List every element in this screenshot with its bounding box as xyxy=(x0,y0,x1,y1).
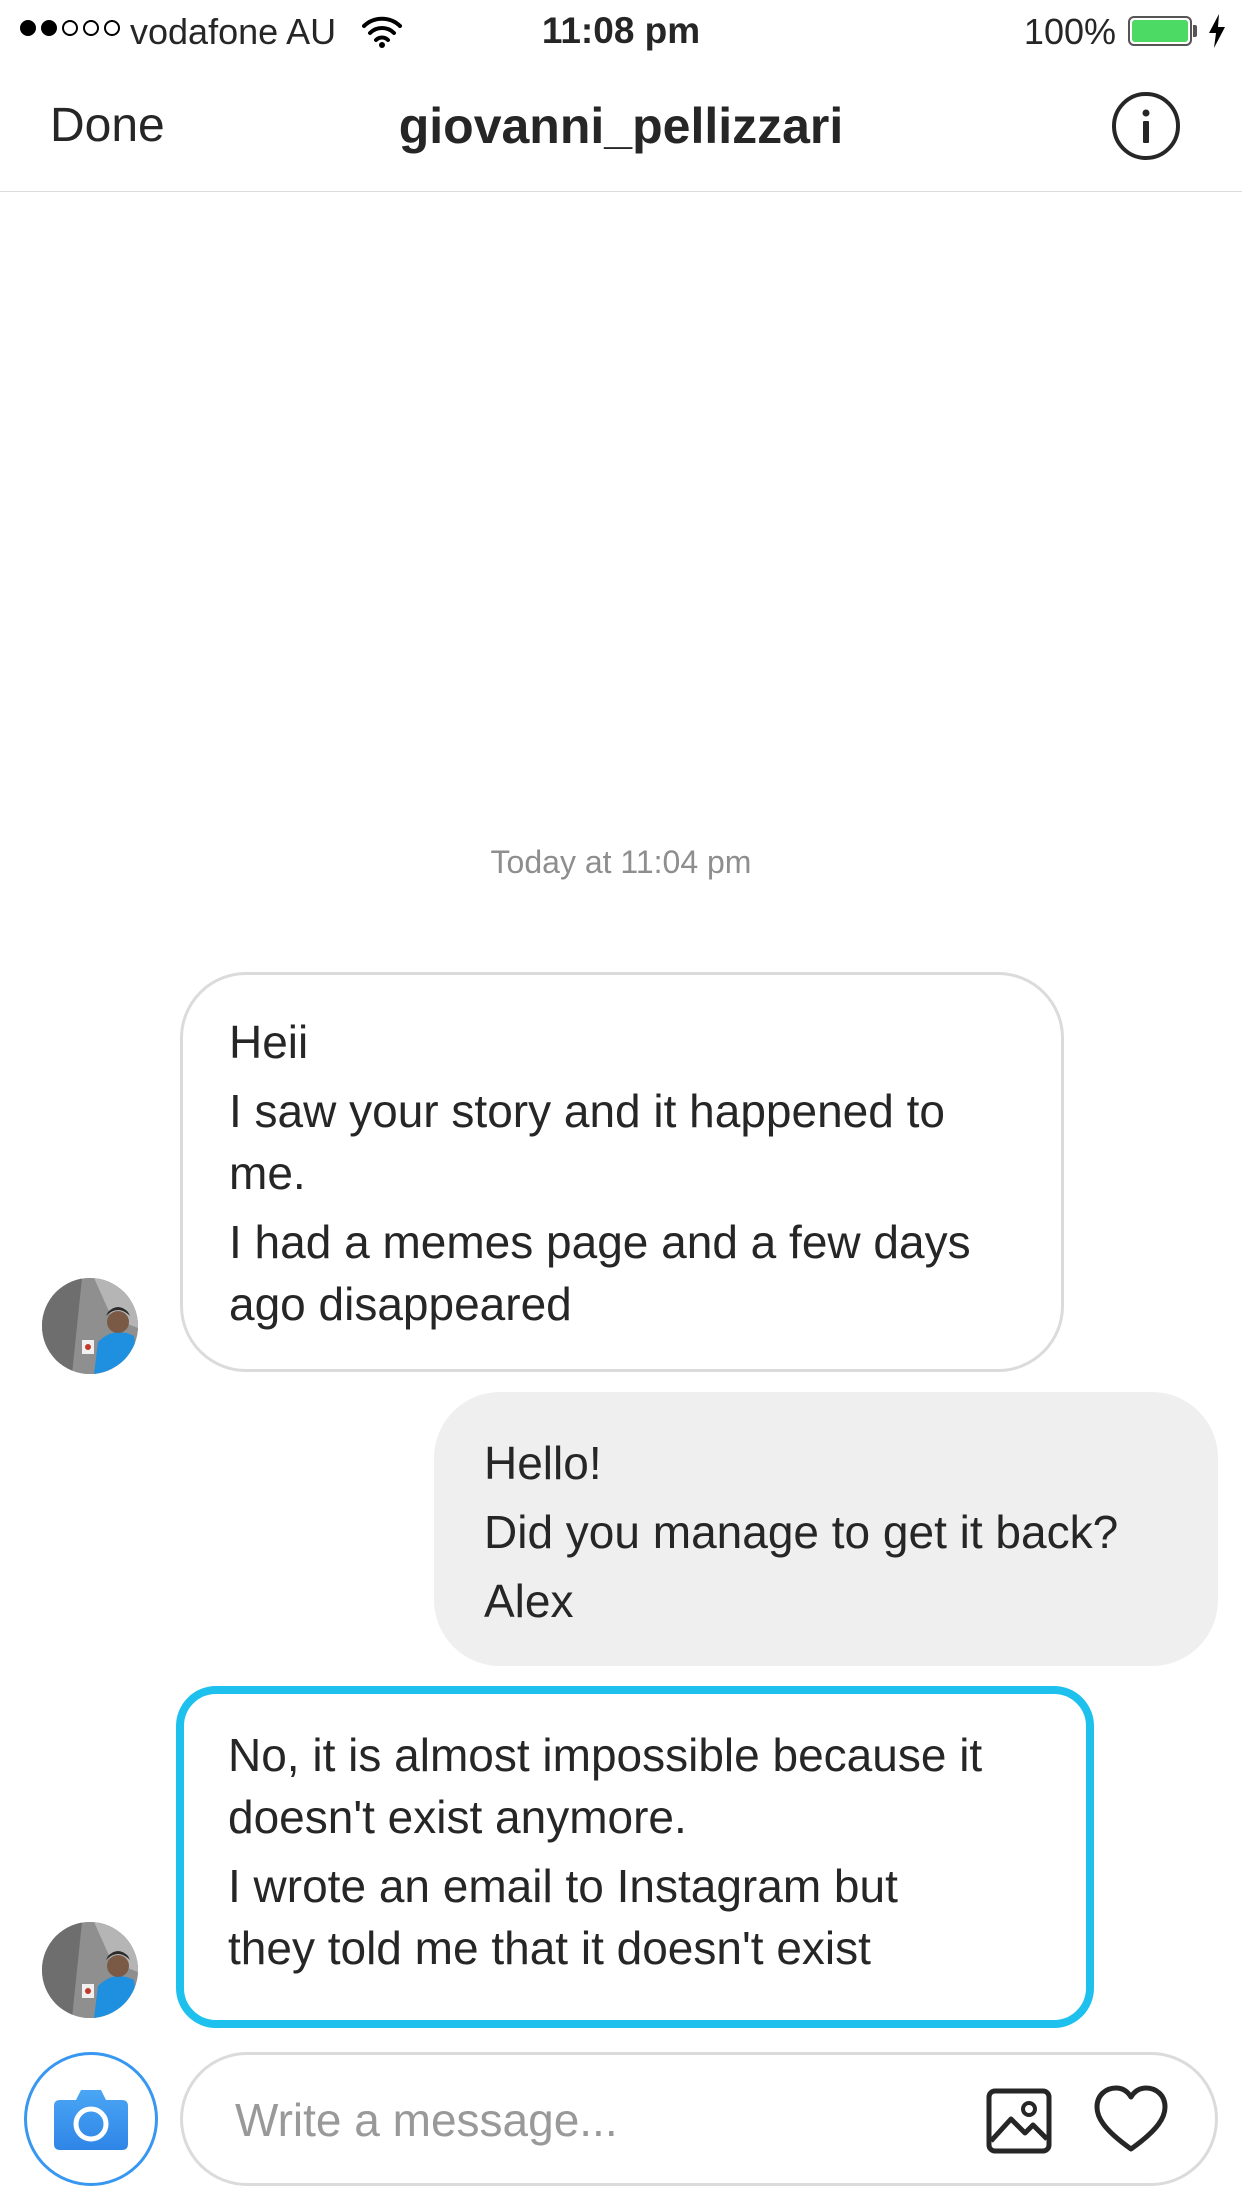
battery-level xyxy=(1132,20,1188,42)
gallery-icon[interactable] xyxy=(983,2085,1055,2157)
camera-button[interactable] xyxy=(24,2052,158,2186)
info-icon[interactable] xyxy=(1110,90,1182,162)
avatar-photo xyxy=(42,1278,138,1374)
battery-percentage: 100% xyxy=(1023,11,1116,52)
message-text: Alex xyxy=(484,1575,574,1627)
conversation-header: Done giovanni_pellizzari xyxy=(0,64,1242,192)
done-button[interactable]: Done xyxy=(50,96,165,156)
message-text: Heii xyxy=(229,1016,309,1068)
sender-avatar[interactable] xyxy=(42,1922,138,2018)
heart-icon[interactable] xyxy=(1093,2083,1169,2159)
battery-nub xyxy=(1193,25,1197,37)
message-text: I saw your story and it happened to me. xyxy=(229,1085,945,1199)
thread-timestamp: Today at 11:04 pm xyxy=(490,844,752,880)
avatar-photo xyxy=(42,1922,138,2018)
message-bubble-highlighted[interactable]: No, it is almost impossible because it d… xyxy=(176,1686,1094,2028)
battery-icon xyxy=(1128,16,1192,46)
sender-avatar[interactable] xyxy=(42,1278,138,1374)
message-text: Did you manage to get it back? xyxy=(484,1506,1119,1558)
message-composer xyxy=(180,2052,1218,2186)
message-text: I had a memes page and a few days ago di… xyxy=(229,1216,971,1330)
message-text: I wrote an email to Instagram but they t… xyxy=(228,1860,898,1974)
message-bubble-incoming[interactable]: Heii I saw your story and it happened to… xyxy=(180,972,1064,1372)
charging-bolt-icon xyxy=(1209,14,1225,48)
conversation-title: giovanni_pellizzari xyxy=(398,98,844,154)
message-input[interactable] xyxy=(235,2085,935,2155)
status-bar: vodafone AU 11:08 pm 100% xyxy=(0,0,1242,64)
message-text: No, it is almost impossible because it d… xyxy=(228,1729,983,1843)
message-text: Hello! xyxy=(484,1437,602,1489)
message-bubble-outgoing[interactable]: Hello! Did you manage to get it back? Al… xyxy=(434,1392,1218,1666)
camera-icon xyxy=(54,2090,128,2150)
